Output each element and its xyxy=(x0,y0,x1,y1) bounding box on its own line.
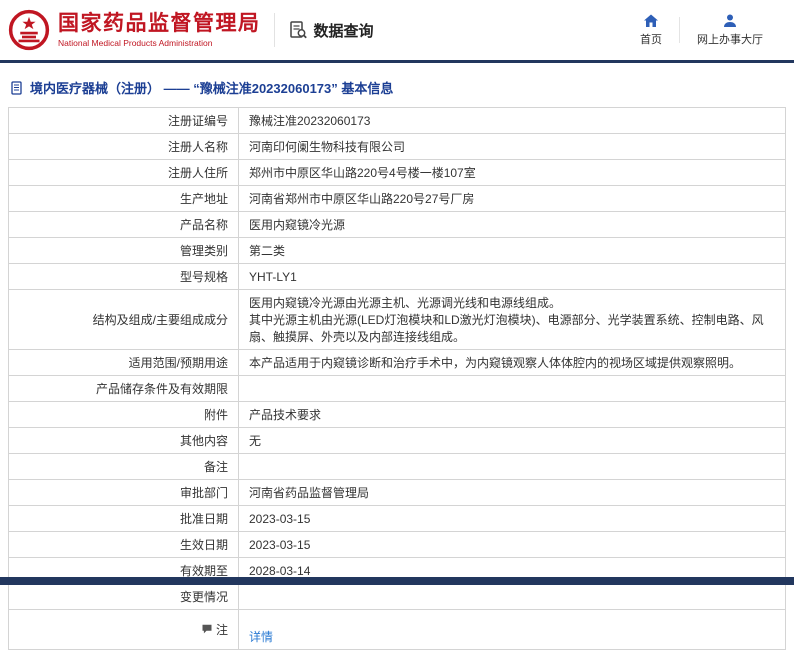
row-value: 本产品适用于内窥镜诊断和治疗手术中，为内窥镜观察人体体腔内的视场区域提供观察照明… xyxy=(238,349,786,376)
table-row: 审批部门 河南省药品监督管理局 xyxy=(8,479,786,506)
row-label: 生效日期 xyxy=(8,531,239,558)
data-query-label: 数据查询 xyxy=(313,22,374,40)
table-row: 注册人名称 河南印何阑生物科技有限公司 xyxy=(8,133,786,160)
header-divider xyxy=(273,13,275,47)
row-label: 其他内容 xyxy=(8,427,239,454)
row-label: 结构及组成/主要组成成分 xyxy=(8,289,239,350)
table-row: 型号规格 YHT-LY1 xyxy=(8,263,786,290)
row-value: 无 xyxy=(238,427,786,454)
row-value: 河南省药品监督管理局 xyxy=(238,479,786,506)
registration-info-table: 注册证编号 豫械注准20232060173 注册人名称 河南印何阑生物科技有限公… xyxy=(8,107,786,650)
row-value xyxy=(238,375,786,402)
row-value: 产品技术要求 xyxy=(238,401,786,428)
table-row: 生效日期 2023-03-15 xyxy=(8,531,786,558)
table-row: 产品储存条件及有效期限 xyxy=(8,375,786,402)
row-label: 变更情况 xyxy=(8,583,239,610)
row-value xyxy=(238,453,786,480)
agency-name-en: National Medical Products Administration xyxy=(58,37,213,48)
row-label: 生产地址 xyxy=(8,185,239,212)
row-label: 管理类别 xyxy=(8,237,239,264)
nav-item-home[interactable]: 首页 xyxy=(623,13,679,47)
main-content: 境内医疗器械（注册） —— “豫械注准20232060173” 基本信息 注册证… xyxy=(0,63,794,650)
row-value: 医用内窥镜冷光源 xyxy=(238,211,786,238)
row-label: 适用范围/预期用途 xyxy=(8,349,239,376)
table-row: 注册人住所 郑州市中原区华山路220号4号楼一楼107室 xyxy=(8,159,786,186)
row-value: 详情 xyxy=(238,609,786,650)
details-link[interactable]: 详情 xyxy=(249,630,273,644)
note-icon xyxy=(202,625,212,634)
row-value: 第二类 xyxy=(238,237,786,264)
table-row: 其他内容 无 xyxy=(8,427,786,454)
person-icon xyxy=(724,14,736,27)
document-icon xyxy=(11,80,22,95)
nav-item-online-hall[interactable]: 网上办事大厅 xyxy=(680,13,780,47)
footer-navy-bar xyxy=(0,577,794,585)
agency-brand[interactable]: 国家药品监督管理局 National Medical Products Admi… xyxy=(8,9,261,51)
row-label: 附件 xyxy=(8,401,239,428)
row-label: 注册证编号 xyxy=(8,107,239,134)
data-query-button[interactable]: 数据查询 xyxy=(288,20,374,41)
row-label: 注册人住所 xyxy=(8,159,239,186)
row-value: 豫械注准20232060173 xyxy=(238,107,786,134)
row-value: 2023-03-15 xyxy=(238,505,786,532)
site-header: 国家药品监督管理局 National Medical Products Admi… xyxy=(0,0,794,60)
row-value: 2023-03-15 xyxy=(238,531,786,558)
row-value: 河南省郑州市中原区华山路220号27号厂房 xyxy=(238,185,786,212)
table-row: 备注 xyxy=(8,453,786,480)
row-label: 注 xyxy=(8,609,239,650)
table-row-note: 注 详情 xyxy=(8,609,786,650)
row-value: 郑州市中原区华山路220号4号楼一楼107室 xyxy=(238,159,786,186)
table-row: 变更情况 xyxy=(8,583,786,610)
page-title-text: 境内医疗器械（注册） —— “豫械注准20232060173” 基本信息 xyxy=(30,81,394,96)
table-row: 产品名称 医用内窥镜冷光源 xyxy=(8,211,786,238)
page-title: 境内医疗器械（注册） —— “豫械注准20232060173” 基本信息 xyxy=(8,69,786,107)
table-row: 适用范围/预期用途 本产品适用于内窥镜诊断和治疗手术中，为内窥镜观察人体体腔内的… xyxy=(8,349,786,376)
header-nav: 首页 网上办事大厅 xyxy=(623,13,780,47)
row-label: 型号规格 xyxy=(8,263,239,290)
table-row: 管理类别 第二类 xyxy=(8,237,786,264)
agency-title-block: 国家药品监督管理局 National Medical Products Admi… xyxy=(58,12,261,47)
note-row-label: 注 xyxy=(215,622,228,637)
row-value: 河南印何阑生物科技有限公司 xyxy=(238,133,786,160)
nav-online-hall-label: 网上办事大厅 xyxy=(697,34,763,46)
agency-name-cn: 国家药品监督管理局 xyxy=(58,12,261,36)
row-label: 批准日期 xyxy=(8,505,239,532)
table-row: 附件 产品技术要求 xyxy=(8,401,786,428)
row-label: 产品储存条件及有效期限 xyxy=(8,375,239,402)
data-query-icon xyxy=(289,21,307,39)
row-value: 医用内窥镜冷光源由光源主机、光源调光线和电源线组成。 其中光源主机由光源(LED… xyxy=(238,289,786,350)
row-value: YHT-LY1 xyxy=(238,263,786,290)
row-value xyxy=(238,583,786,610)
nav-home-label: 首页 xyxy=(640,34,662,46)
table-row: 结构及组成/主要组成成分 医用内窥镜冷光源由光源主机、光源调光线和电源线组成。 … xyxy=(8,289,786,350)
home-icon xyxy=(644,14,658,27)
row-label: 注册人名称 xyxy=(8,133,239,160)
national-emblem-icon xyxy=(8,9,50,51)
row-label: 审批部门 xyxy=(8,479,239,506)
table-row: 批准日期 2023-03-15 xyxy=(8,505,786,532)
row-label: 产品名称 xyxy=(8,211,239,238)
table-row: 注册证编号 豫械注准20232060173 xyxy=(8,107,786,134)
table-row: 生产地址 河南省郑州市中原区华山路220号27号厂房 xyxy=(8,185,786,212)
row-label: 备注 xyxy=(8,453,239,480)
